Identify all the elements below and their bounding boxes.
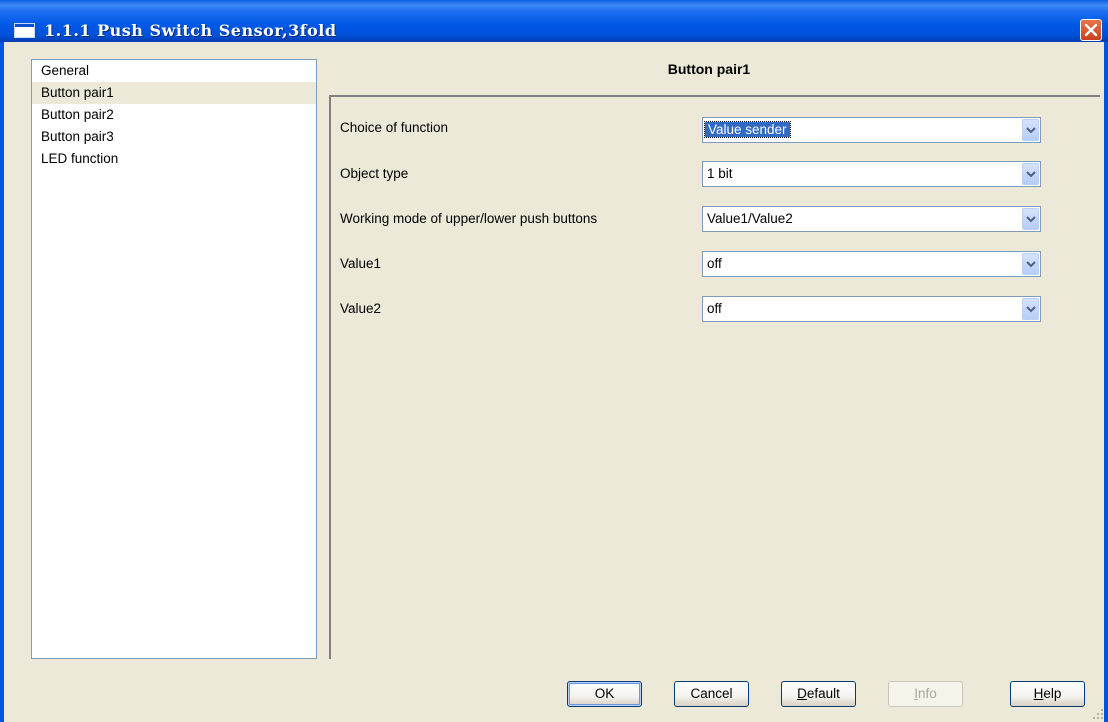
dropdown-button[interactable] <box>1022 208 1039 230</box>
cancel-button[interactable]: Cancel <box>674 681 749 707</box>
parameter-tree[interactable]: General Button pair1 Button pair2 Button… <box>31 59 317 659</box>
help-button-accel: H <box>1033 686 1044 701</box>
chevron-down-icon <box>1026 306 1036 313</box>
tree-item-led-function[interactable]: LED function <box>32 148 316 170</box>
object-type-select[interactable]: 1 bit <box>702 161 1041 187</box>
resize-grip-icon[interactable] <box>1092 708 1104 720</box>
combo-value: off <box>707 301 722 316</box>
tree-item-button-pair2[interactable]: Button pair2 <box>32 104 316 126</box>
dialog-window: 1.1.1 Push Switch Sensor,3fold General B… <box>0 0 1108 722</box>
window-title: 1.1.1 Push Switch Sensor,3fold <box>44 21 337 40</box>
combo-value: off <box>707 256 722 271</box>
combo-value: Value1/Value2 <box>707 211 793 226</box>
combo-value: 1 bit <box>707 166 733 181</box>
param-label-working-mode: Working mode of upper/lower push buttons <box>340 211 598 226</box>
dropdown-button[interactable] <box>1022 163 1039 185</box>
default-button[interactable]: Default <box>781 681 856 707</box>
window-frame-right <box>1104 42 1108 722</box>
dropdown-button[interactable] <box>1022 298 1039 320</box>
ok-button[interactable]: OK <box>567 681 642 707</box>
value2-select[interactable]: off <box>702 296 1041 322</box>
tree-item-general[interactable]: General <box>32 60 316 82</box>
title-bar[interactable]: 1.1.1 Push Switch Sensor,3fold <box>0 0 1108 42</box>
working-mode-select[interactable]: Value1/Value2 <box>702 206 1041 232</box>
combo-value: Value sender <box>704 121 791 138</box>
help-button-label: elp <box>1043 686 1062 701</box>
default-button-label: efault <box>806 686 840 701</box>
cancel-button-label: Cancel <box>690 686 733 701</box>
param-label-object-type: Object type <box>340 166 409 181</box>
param-label-value1: Value1 <box>340 256 382 271</box>
default-button-accel: D <box>797 686 807 701</box>
param-label-choice-of-function: Choice of function <box>340 120 449 135</box>
param-label-value2: Value2 <box>340 301 382 316</box>
info-button-label: nfo <box>917 686 937 701</box>
chevron-down-icon <box>1026 261 1036 268</box>
tree-item-button-pair3[interactable]: Button pair3 <box>32 126 316 148</box>
window-frame-left <box>0 42 4 722</box>
ok-button-label: OK <box>594 686 615 701</box>
dropdown-button[interactable] <box>1022 253 1039 275</box>
close-icon <box>1084 23 1098 37</box>
panel-title: Button pair1 <box>667 61 751 77</box>
chevron-down-icon <box>1026 127 1036 134</box>
info-button: Info <box>888 681 963 707</box>
window-icon <box>14 23 35 38</box>
help-button[interactable]: Help <box>1010 681 1085 707</box>
close-button[interactable] <box>1080 19 1102 41</box>
tree-item-button-pair1[interactable]: Button pair1 <box>32 82 316 104</box>
chevron-down-icon <box>1026 171 1036 178</box>
dropdown-button[interactable] <box>1022 119 1039 141</box>
chevron-down-icon <box>1026 216 1036 223</box>
value1-select[interactable]: off <box>702 251 1041 277</box>
choice-of-function-select[interactable]: Value sender <box>702 117 1041 143</box>
